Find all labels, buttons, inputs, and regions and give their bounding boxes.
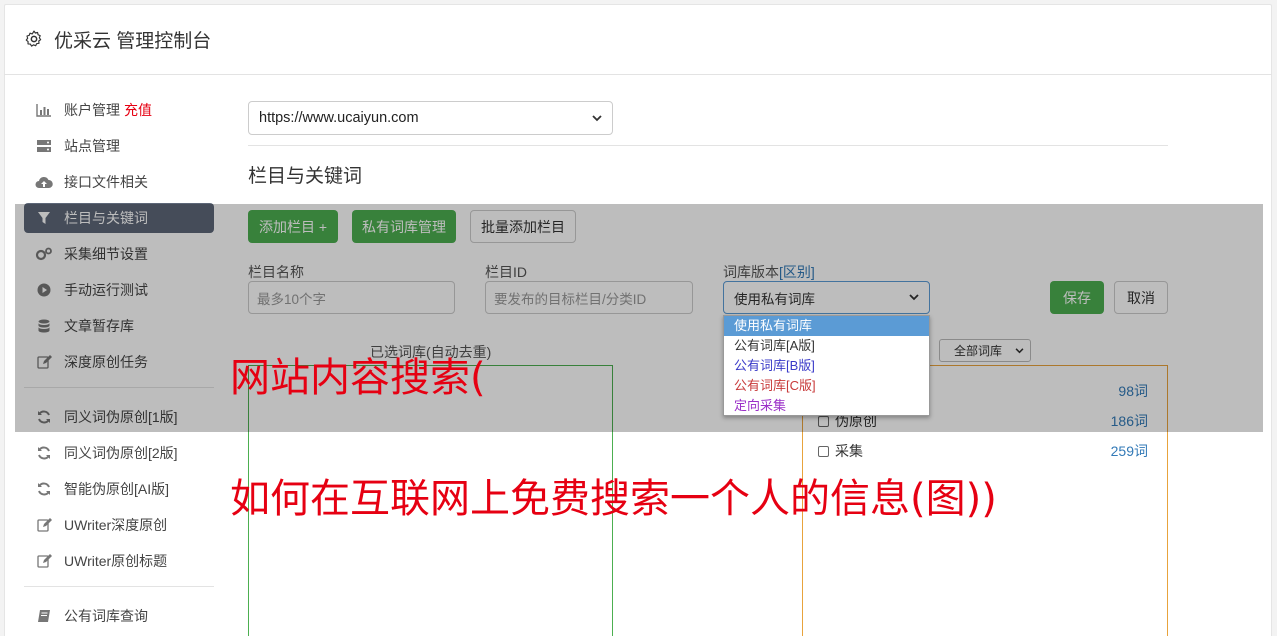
lib-count: 259词	[1110, 443, 1148, 459]
edit-icon	[34, 517, 54, 533]
sidebar-item-label: UWriter深度原创	[64, 517, 168, 533]
dropdown-option[interactable]: 定向采集	[724, 396, 929, 416]
lib-row[interactable]: 采集 259词	[818, 441, 1148, 461]
sidebar-item-label: UWriter原创标题	[64, 553, 168, 569]
overlay-text-line1: 网站内容搜索(	[230, 355, 486, 401]
lib-name: 采集	[835, 443, 863, 459]
overlay-text-line2: 如何在互联网上免费搜索一个人的信息(图))	[230, 476, 997, 522]
book-icon	[34, 608, 54, 624]
overlay-band	[15, 204, 1263, 432]
gear-icon	[25, 30, 42, 47]
section-title: 栏目与关键词	[248, 166, 363, 187]
sidebar-item-label: 公有词库查询	[64, 608, 148, 624]
divider	[248, 145, 1168, 146]
sidebar-item-uwriter-title[interactable]: UWriter原创标题	[24, 546, 214, 576]
sidebar-item-label: 同义词伪原创[2版]	[64, 445, 178, 461]
app-title: 优采云 管理控制台	[54, 30, 212, 52]
cloud-upload-icon	[34, 174, 54, 190]
app-header: 优采云 管理控制台	[4, 4, 1272, 75]
chevron-down-icon	[592, 114, 602, 121]
site-select[interactable]: https://www.ucaiyun.com	[248, 101, 613, 135]
sidebar-item-sites[interactable]: 站点管理	[24, 131, 214, 161]
refresh-icon	[34, 445, 54, 461]
dropdown-option[interactable]: 公有词库[C版]	[724, 376, 929, 396]
sidebar-item-interface[interactable]: 接口文件相关	[24, 167, 214, 197]
dropdown-option[interactable]: 公有词库[A版]	[724, 336, 929, 356]
sidebar-item-label: 站点管理	[64, 138, 120, 154]
refresh-icon	[34, 481, 54, 497]
edit-icon	[34, 553, 54, 569]
sidebar-item-public-lib[interactable]: 公有词库查询	[24, 601, 214, 631]
server-icon	[34, 138, 54, 154]
bar-chart-icon	[34, 102, 54, 118]
sidebar-item-label: 智能伪原创[AI版]	[64, 481, 170, 497]
sidebar-item-synonym-v2[interactable]: 同义词伪原创[2版]	[24, 438, 214, 468]
sidebar-item-label: 接口文件相关	[64, 174, 148, 190]
site-select-value: https://www.ucaiyun.com	[259, 110, 419, 126]
dropdown-option[interactable]: 公有词库[B版]	[724, 356, 929, 376]
sidebar-item-label: 账户管理	[64, 102, 120, 118]
lib-version-dropdown: 使用私有词库 公有词库[A版] 公有词库[B版] 公有词库[C版] 定向采集	[723, 315, 930, 416]
sidebar-divider	[24, 586, 214, 587]
recharge-link[interactable]: 充值	[124, 100, 152, 120]
sidebar-item-account[interactable]: 账户管理 充值	[24, 95, 214, 125]
lib-checkbox[interactable]	[818, 445, 829, 457]
sidebar-item-ai-rewrite[interactable]: 智能伪原创[AI版]	[24, 474, 214, 504]
sidebar-item-uwriter-deep[interactable]: UWriter深度原创	[24, 510, 214, 540]
dropdown-option[interactable]: 使用私有词库	[724, 316, 929, 336]
